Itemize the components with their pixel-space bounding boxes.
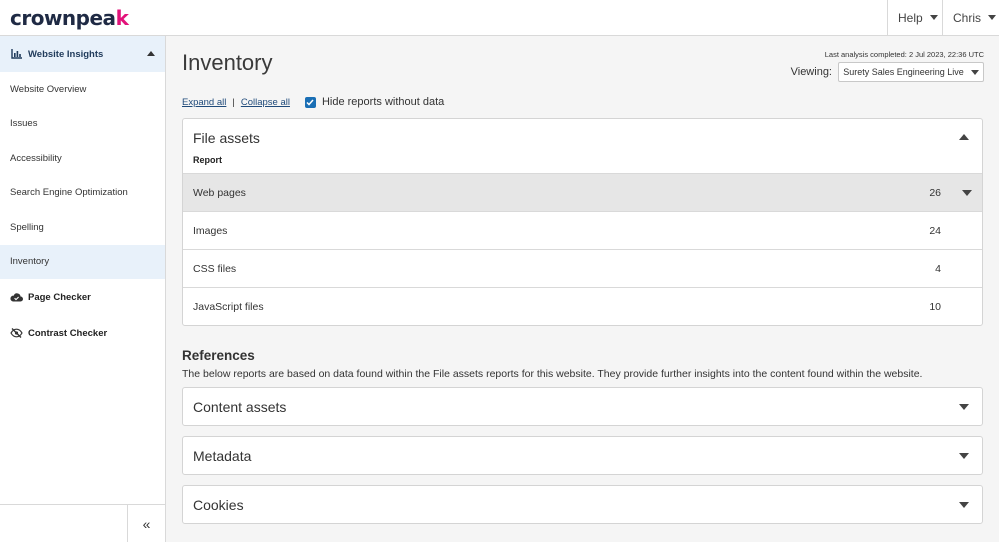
page-title: Inventory	[182, 50, 273, 75]
file-assets-table: Web pages 26 Images 24 CSS files 4 JavaS…	[183, 173, 982, 325]
eye-slash-icon	[10, 328, 23, 338]
content-assets-title: Content assets	[193, 399, 287, 415]
sidebar: Website Insights Website Overview Issues…	[0, 36, 166, 542]
crownpeak-logo[interactable]: crownpeak	[10, 6, 129, 30]
chevron-down-icon[interactable]	[959, 404, 969, 410]
sidebar-section-label: Website Insights	[28, 48, 104, 60]
sidebar-item-label: Inventory	[10, 256, 50, 268]
row-count: 4	[935, 262, 941, 275]
report-controls: Expand all | Collapse all Hide reports w…	[182, 96, 444, 108]
table-row-css-files[interactable]: CSS files 4	[183, 249, 982, 287]
chevron-up-icon	[147, 51, 155, 56]
chevron-down-icon	[988, 15, 997, 20]
sidebar-item-label: Search Engine Optimization	[10, 187, 128, 199]
chevron-down-icon[interactable]	[959, 453, 969, 459]
website-select[interactable]: Surety Sales Engineering Live	[838, 62, 984, 82]
sidebar-item-label: Spelling	[10, 221, 44, 233]
cloud-check-icon	[10, 292, 23, 302]
help-label: Help	[898, 10, 923, 25]
hide-reports-checkbox[interactable]	[304, 96, 316, 108]
sidebar-item-page-checker[interactable]: Page Checker	[0, 279, 165, 315]
row-count: 26	[929, 186, 941, 199]
cookies-panel[interactable]: Cookies	[182, 485, 983, 524]
cookies-title: Cookies	[193, 497, 244, 513]
sidebar-item-label: Website Overview	[10, 83, 87, 95]
row-label: Web pages	[193, 186, 246, 199]
content-assets-panel[interactable]: Content assets	[182, 387, 983, 426]
collapse-sidebar-button[interactable]: «	[127, 505, 165, 542]
sidebar-item-website-overview[interactable]: Website Overview	[0, 72, 165, 107]
sidebar-item-seo[interactable]: Search Engine Optimization	[0, 176, 165, 211]
double-chevron-left-icon: «	[142, 515, 151, 532]
chevron-up-icon[interactable]	[959, 134, 969, 140]
expand-all-link[interactable]: Expand all	[182, 97, 226, 108]
file-assets-title: File assets	[193, 130, 260, 146]
collapse-all-link[interactable]: Collapse all	[241, 97, 290, 108]
user-label: Chris	[953, 10, 982, 25]
chevron-down-icon	[929, 15, 938, 20]
help-menu[interactable]: Help	[887, 0, 943, 35]
table-row-javascript-files[interactable]: JavaScript files 10	[183, 287, 982, 325]
table-row-web-pages[interactable]: Web pages 26	[183, 173, 982, 211]
chevron-down-icon	[970, 69, 979, 75]
last-analysis-text: Last analysis completed: 2 Jul 2023, 22:…	[824, 50, 984, 59]
references-heading: References	[182, 348, 255, 363]
bar-chart-icon	[10, 49, 23, 59]
table-row-images[interactable]: Images 24	[183, 211, 982, 249]
website-select-value: Surety Sales Engineering Live	[843, 67, 964, 77]
row-count: 24	[929, 224, 941, 237]
row-label: Images	[193, 224, 228, 237]
file-assets-panel: File assets Report Web pages 26 Images 2…	[182, 118, 983, 326]
viewing-control: Viewing: Surety Sales Engineering Live	[791, 62, 984, 82]
report-column-header: Report	[193, 155, 222, 165]
user-menu[interactable]: Chris	[942, 0, 999, 35]
sidebar-item-label: Accessibility	[10, 152, 62, 164]
sidebar-tool-label: Page Checker	[28, 291, 91, 303]
viewing-label: Viewing:	[790, 66, 832, 78]
hide-reports-label: Hide reports without data	[321, 96, 445, 108]
sidebar-item-inventory[interactable]: Inventory	[0, 244, 165, 279]
chevron-down-icon[interactable]	[962, 190, 972, 196]
separator: |	[232, 96, 235, 108]
sidebar-item-issues[interactable]: Issues	[0, 107, 165, 142]
sidebar-item-contrast-checker[interactable]: Contrast Checker	[0, 315, 165, 351]
check-icon	[306, 99, 315, 106]
sidebar-footer: «	[0, 504, 165, 542]
metadata-panel[interactable]: Metadata	[182, 436, 983, 475]
sidebar-section-website-insights[interactable]: Website Insights	[0, 36, 165, 72]
row-label: CSS files	[193, 262, 237, 275]
chevron-down-icon[interactable]	[959, 502, 969, 508]
sidebar-item-label: Issues	[10, 118, 38, 130]
references-description: The below reports are based on data foun…	[182, 368, 923, 380]
sidebar-tool-label: Contrast Checker	[28, 327, 108, 339]
metadata-title: Metadata	[193, 448, 252, 464]
top-bar: crownpeak Help Chris	[0, 0, 999, 36]
sidebar-item-spelling[interactable]: Spelling	[0, 210, 165, 245]
row-count: 10	[929, 300, 941, 313]
logo-accent: k	[115, 6, 129, 30]
logo-text: crownpea	[10, 6, 116, 30]
sidebar-item-accessibility[interactable]: Accessibility	[0, 141, 165, 176]
row-label: JavaScript files	[193, 300, 264, 313]
